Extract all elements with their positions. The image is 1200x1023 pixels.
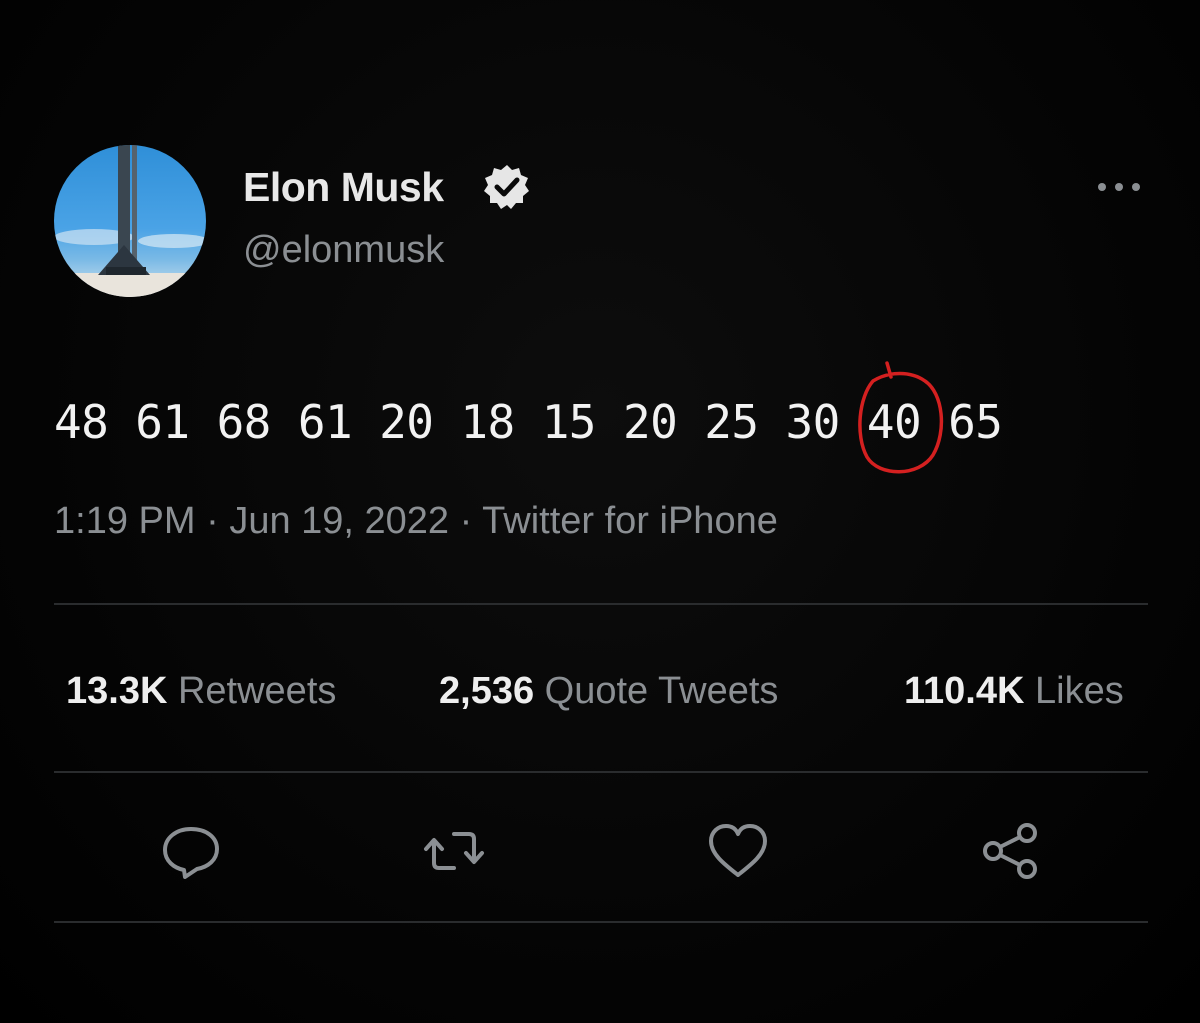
tweet-numbers-before: 48 61 68 61 20 18 15 20 25 30 [54,395,867,449]
like-heart-icon [709,824,767,877]
verified-badge-icon [482,162,532,212]
reply-button[interactable] [155,815,227,887]
tweet-numbers-after: 65 [921,395,1003,449]
retweets-label: Retweets [177,670,337,712]
retweets-stat[interactable]: 13.3K Retweets [66,670,336,713]
retweet-button[interactable] [418,815,490,887]
circled-number-text: 40 [866,395,922,449]
divider [54,603,1148,605]
tweet-time[interactable]: 1:19 PM [54,500,196,542]
circled-number: 40 [857,361,944,474]
like-button[interactable] [702,815,774,887]
tweet-metadata: 1:19 PM · Jun 19, 2022 · Twitter for iPh… [54,500,778,543]
retweets-count: 13.3K [66,670,168,712]
reply-icon [163,827,219,879]
share-icon [983,823,1037,879]
display-name[interactable]: Elon Musk [243,164,444,211]
quote-tweets-count: 2,536 [439,670,535,712]
divider [54,921,1148,923]
more-dots-icon [1098,183,1106,191]
tweet-date[interactable]: Jun 19, 2022 [229,500,449,542]
separator-dot: · [195,500,230,542]
divider [54,771,1148,773]
share-button[interactable] [975,815,1047,887]
likes-stat[interactable]: 110.4K Likes [904,670,1124,713]
avatar[interactable] [54,145,206,297]
tweet-text: 48 61 68 61 20 18 15 20 25 30 40 65 [54,361,1003,474]
separator-dot: · [449,500,483,542]
tweet-source-link[interactable]: Twitter for iPhone [482,500,778,542]
quote-tweets-stat[interactable]: 2,536 Quote Tweets [439,670,778,713]
rocket-on-launchpad-avatar [54,145,206,297]
retweet-icon [424,832,484,870]
likes-label: Likes [1035,670,1124,712]
more-options-button[interactable] [1094,170,1146,200]
quote-tweets-label: Quote Tweets [544,670,779,712]
likes-count: 110.4K [904,670,1025,712]
tweet-card: Elon Musk @elonmusk 48 61 68 61 20 18 15… [0,0,1200,1023]
handle[interactable]: @elonmusk [243,229,444,272]
